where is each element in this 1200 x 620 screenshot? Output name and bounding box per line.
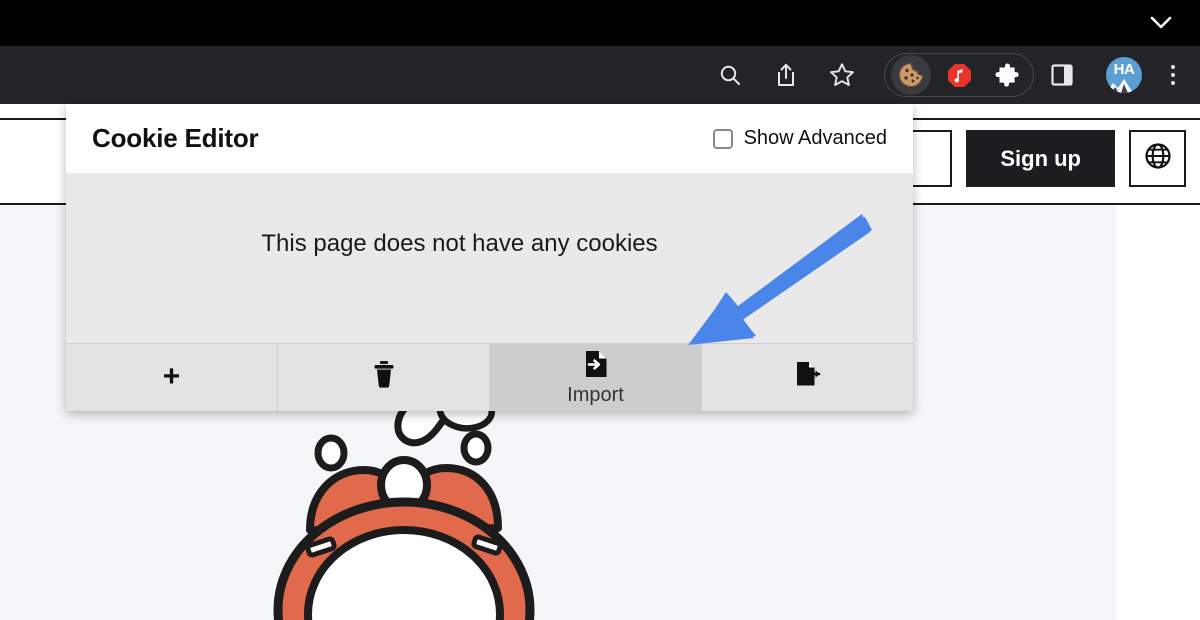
popup-content-area: This page does not have any cookies [66,173,913,343]
show-advanced-label: Show Advanced [743,127,887,149]
share-icon[interactable] [765,54,807,96]
avatar-mountain-icon [1106,79,1133,93]
show-advanced-checkbox[interactable] [712,128,733,149]
extensions-puzzle-icon[interactable] [987,55,1027,95]
globe-icon [1143,141,1173,176]
trash-icon [371,360,397,393]
plus-icon: + [162,359,181,393]
add-cookie-button[interactable]: + [66,344,278,411]
export-cookies-button[interactable] [702,344,913,411]
popup-title: Cookie Editor [92,123,259,153]
menu-dot [1171,65,1175,69]
browser-toolbar: HA [0,46,1200,104]
browser-menu-icon[interactable] [1156,55,1190,95]
side-panel-icon[interactable] [1041,54,1083,96]
import-cookies-label: Import [567,383,624,406]
export-icon [795,360,821,393]
cookie-editor-popup: Cookie Editor Show Advanced This page do… [66,104,913,411]
menu-dot [1171,73,1175,77]
header-actions: Sign up [892,130,1186,187]
cookie-editor-extension-icon[interactable] [891,55,931,95]
browser-title-bar [0,0,1200,46]
music-extension-icon[interactable] [939,55,979,95]
empty-state-message: This page does not have any cookies [261,230,658,257]
signup-button[interactable]: Sign up [966,130,1115,187]
import-icon [583,350,609,383]
language-button[interactable] [1129,130,1186,187]
signup-button-label: Sign up [1000,145,1081,171]
extensions-pill [884,53,1034,97]
chevron-down-icon[interactable] [1146,8,1176,38]
show-advanced-toggle[interactable]: Show Advanced [712,127,887,150]
search-icon[interactable] [709,54,751,96]
avatar[interactable]: HA [1106,57,1142,93]
bookmark-star-icon[interactable] [821,54,863,96]
popup-header: Cookie Editor Show Advanced [66,104,913,173]
page-side-panel [1116,205,1200,620]
avatar-initials: HA [1113,61,1135,78]
import-cookies-button[interactable]: Import [490,344,702,411]
popup-toolbar: + Import [66,343,913,411]
menu-dot [1171,81,1175,85]
delete-all-cookies-button[interactable] [278,344,490,411]
